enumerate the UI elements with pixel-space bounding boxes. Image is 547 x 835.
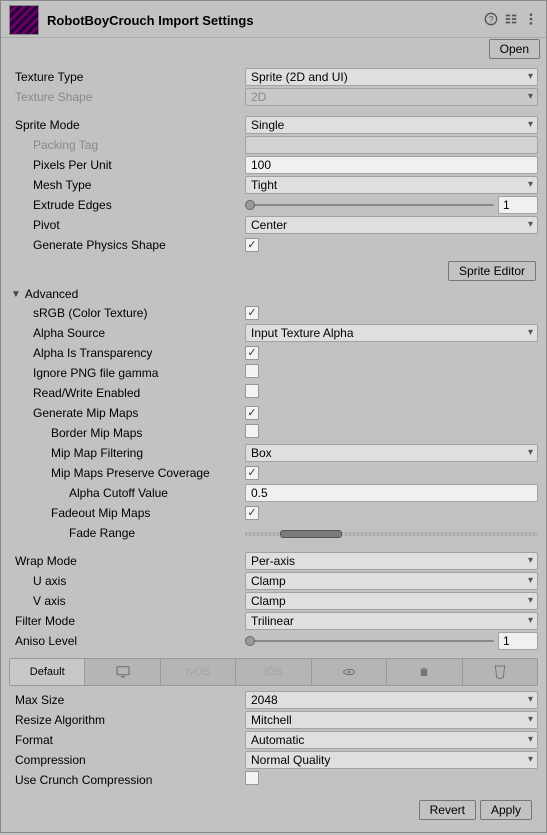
srgb-label: sRGB (Color Texture) [9, 306, 245, 320]
platform-tab-lumin[interactable] [312, 659, 387, 685]
extrude-edges-label: Extrude Edges [9, 198, 245, 212]
packing-tag-input [245, 136, 538, 154]
inspector-header: RobotBoyCrouch Import Settings ? [1, 1, 546, 38]
sprite-editor-button[interactable]: Sprite Editor [448, 261, 536, 281]
u-axis-label: U axis [9, 574, 245, 588]
alpha-is-transparency-label: Alpha Is Transparency [9, 346, 245, 360]
alpha-cutoff-label: Alpha Cutoff Value [9, 486, 245, 500]
fade-range-slider[interactable] [245, 525, 538, 541]
mip-map-filtering-dropdown[interactable]: Box [245, 444, 538, 462]
aniso-level-slider[interactable]: 1 [245, 632, 538, 650]
platform-tabs: Default tvOS iOS [9, 658, 538, 686]
alpha-source-dropdown[interactable]: Input Texture Alpha [245, 324, 538, 342]
extrude-edges-slider[interactable]: 1 [245, 196, 538, 214]
mesh-type-label: Mesh Type [9, 178, 245, 192]
v-axis-label: V axis [9, 594, 245, 608]
platform-tab-android[interactable] [387, 659, 462, 685]
format-label: Format [9, 733, 245, 747]
border-mip-maps-label: Border Mip Maps [9, 426, 245, 440]
generate-mip-maps-label: Generate Mip Maps [9, 406, 245, 420]
generate-physics-shape-checkbox[interactable]: ✓ [245, 238, 259, 252]
format-dropdown[interactable]: Automatic [245, 731, 538, 749]
alpha-is-transparency-checkbox[interactable]: ✓ [245, 346, 259, 360]
read-write-checkbox[interactable] [245, 384, 259, 398]
fadeout-mip-maps-label: Fadeout Mip Maps [9, 506, 245, 520]
chevron-down-icon: ▼ [11, 289, 21, 300]
srgb-checkbox[interactable]: ✓ [245, 306, 259, 320]
pivot-label: Pivot [9, 218, 245, 232]
mip-maps-preserve-coverage-label: Mip Maps Preserve Coverage [9, 466, 245, 480]
use-crunch-compression-label: Use Crunch Compression [9, 773, 245, 787]
texture-type-dropdown[interactable]: Sprite (2D and UI) [245, 68, 538, 86]
help-icon[interactable]: ? [484, 12, 498, 29]
asset-title: RobotBoyCrouch Import Settings [47, 13, 254, 28]
compression-label: Compression [9, 753, 245, 767]
platform-tab-webgl[interactable] [463, 659, 537, 685]
platform-tab-standalone[interactable] [85, 659, 160, 685]
open-button[interactable]: Open [489, 39, 540, 59]
aniso-level-label: Aniso Level [9, 634, 245, 648]
texture-type-label: Texture Type [9, 70, 245, 84]
apply-button[interactable]: Apply [480, 800, 532, 820]
preset-icon[interactable] [504, 12, 518, 29]
platform-tab-tvos[interactable]: tvOS [161, 659, 236, 685]
pixels-per-unit-input[interactable]: 100 [245, 156, 538, 174]
max-size-dropdown[interactable]: 2048 [245, 691, 538, 709]
wrap-mode-dropdown[interactable]: Per-axis [245, 552, 538, 570]
generate-physics-shape-label: Generate Physics Shape [9, 238, 245, 252]
pixels-per-unit-label: Pixels Per Unit [9, 158, 245, 172]
v-axis-dropdown[interactable]: Clamp [245, 592, 538, 610]
asset-thumbnail [9, 5, 39, 35]
u-axis-dropdown[interactable]: Clamp [245, 572, 538, 590]
pivot-dropdown[interactable]: Center [245, 216, 538, 234]
generate-mip-maps-checkbox[interactable]: ✓ [245, 406, 259, 420]
fade-range-label: Fade Range [9, 526, 245, 540]
compression-dropdown[interactable]: Normal Quality [245, 751, 538, 769]
ignore-png-gamma-label: Ignore PNG file gamma [9, 366, 245, 380]
aniso-level-value[interactable]: 1 [498, 632, 538, 650]
monitor-icon [115, 664, 131, 680]
texture-shape-label: Texture Shape [9, 90, 245, 104]
fadeout-mip-maps-checkbox[interactable]: ✓ [245, 506, 259, 520]
sprite-mode-dropdown[interactable]: Single [245, 116, 538, 134]
packing-tag-label: Packing Tag [9, 138, 245, 152]
sprite-mode-label: Sprite Mode [9, 118, 245, 132]
platform-tab-ios[interactable]: iOS [236, 659, 311, 685]
html5-icon [492, 664, 508, 680]
border-mip-maps-checkbox[interactable] [245, 424, 259, 438]
max-size-label: Max Size [9, 693, 245, 707]
lumin-icon [341, 664, 357, 680]
wrap-mode-label: Wrap Mode [9, 554, 245, 568]
mip-maps-preserve-coverage-checkbox[interactable]: ✓ [245, 466, 259, 480]
svg-text:?: ? [489, 14, 494, 24]
filter-mode-label: Filter Mode [9, 614, 245, 628]
extrude-edges-value[interactable]: 1 [498, 196, 538, 214]
filter-mode-dropdown[interactable]: Trilinear [245, 612, 538, 630]
mip-map-filtering-label: Mip Map Filtering [9, 446, 245, 460]
resize-algorithm-label: Resize Algorithm [9, 713, 245, 727]
revert-button[interactable]: Revert [419, 800, 476, 820]
alpha-cutoff-input[interactable]: 0.5 [245, 484, 538, 502]
platform-tab-default[interactable]: Default [10, 659, 85, 685]
advanced-foldout[interactable]: ▼ Advanced [9, 285, 538, 303]
android-icon [416, 664, 432, 680]
menu-icon[interactable] [524, 12, 538, 29]
alpha-source-label: Alpha Source [9, 326, 245, 340]
ignore-png-gamma-checkbox[interactable] [245, 364, 259, 378]
texture-shape-dropdown: 2D [245, 88, 538, 106]
mesh-type-dropdown[interactable]: Tight [245, 176, 538, 194]
resize-algorithm-dropdown[interactable]: Mitchell [245, 711, 538, 729]
use-crunch-compression-checkbox[interactable] [245, 771, 259, 785]
read-write-label: Read/Write Enabled [9, 386, 245, 400]
